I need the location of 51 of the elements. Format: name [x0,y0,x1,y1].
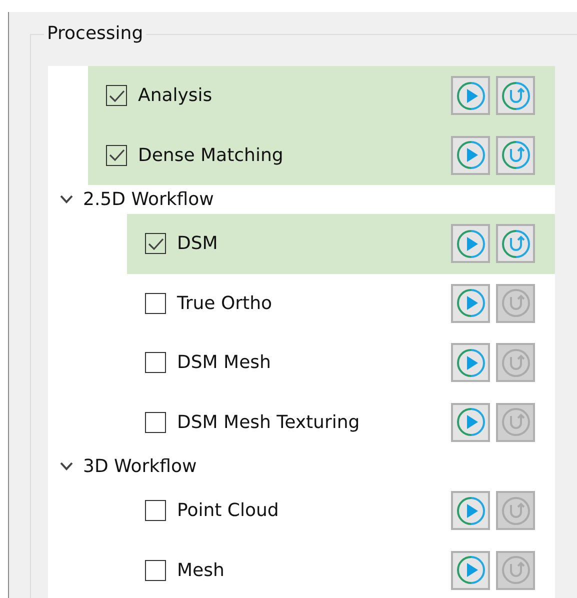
play-icon [456,80,486,111]
tree-row[interactable]: DSM [127,214,555,274]
run-button[interactable] [451,136,490,175]
checkbox[interactable] [145,233,166,254]
group-label: 3D Workflow [83,456,197,477]
play-icon [456,407,486,438]
play-icon [456,348,486,378]
reset-icon [500,407,530,438]
run-button[interactable] [451,550,490,590]
checkbox[interactable] [145,500,166,522]
chevron-icon[interactable] [60,195,73,204]
step-label: DSM [177,233,219,254]
reset-icon [500,80,530,111]
checkbox[interactable] [106,144,127,166]
checkbox[interactable] [145,352,166,374]
checkbox[interactable] [145,412,166,433]
step-label: DSM Mesh Texturing [177,412,361,433]
reset-icon [500,288,530,318]
step-label: Dense Matching [138,144,284,166]
reset-icon [500,140,530,170]
reset-button[interactable] [496,224,535,264]
reset-icon [500,496,530,526]
checkbox[interactable] [106,85,127,106]
play-icon [456,555,486,586]
group-label: 2.5D Workflow [83,189,214,210]
step-label: Mesh [177,560,226,581]
reset-icon [500,228,530,259]
chevron-icon[interactable] [60,462,73,471]
run-button[interactable] [451,402,490,442]
play-icon [456,228,486,259]
play-icon [456,140,486,170]
reset-icon [500,555,530,586]
reset-button[interactable] [496,76,535,116]
run-button[interactable] [451,343,490,382]
tree-row[interactable]: Dense Matching [88,126,555,185]
run-button[interactable] [451,224,490,264]
play-icon [456,496,486,526]
checkbox[interactable] [145,292,166,314]
run-button[interactable] [451,491,490,530]
reset-icon [500,348,530,378]
step-label: DSM Mesh [177,352,272,374]
step-label: True Ortho [177,292,274,314]
step-label: Point Cloud [177,500,280,522]
tree-row[interactable]: Analysis [88,66,555,126]
play-icon [456,288,486,318]
run-button[interactable] [451,284,490,323]
step-label: Analysis [138,85,214,106]
reset-button[interactable] [496,136,535,175]
group-title: Processing [44,23,146,44]
run-button[interactable] [451,76,490,116]
checkbox[interactable] [145,560,166,581]
